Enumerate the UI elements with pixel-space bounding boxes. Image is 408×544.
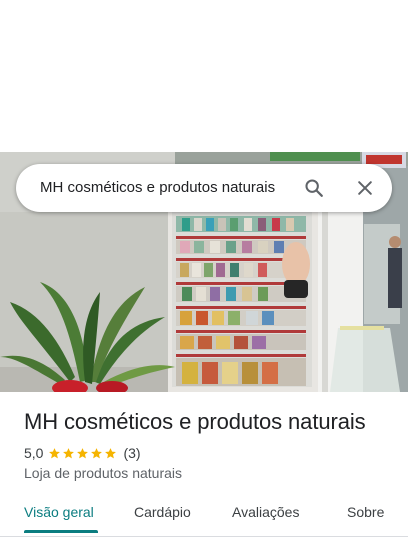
search-input[interactable]: MH cosméticos e produtos naturais — [40, 164, 275, 212]
place-tabs: Visão geral Cardápio Avaliações Sobre — [0, 496, 408, 534]
place-title: MH cosméticos e produtos naturais — [24, 409, 366, 434]
search-button[interactable] — [298, 172, 330, 204]
tab-avaliacoes[interactable]: Avaliações — [232, 504, 299, 520]
search-bar[interactable]: MH cosméticos e produtos naturais — [16, 164, 392, 212]
map-area-blank — [0, 0, 408, 152]
star-rating — [48, 447, 118, 460]
star-icon — [105, 447, 117, 458]
tab-cardapio[interactable]: Cardápio — [134, 504, 191, 520]
tab-visao-geral[interactable]: Visão geral — [24, 504, 94, 520]
rating-value: 5,0 — [24, 445, 44, 461]
tab-sobre[interactable]: Sobre — [347, 504, 384, 520]
search-icon — [305, 179, 323, 197]
star-icon — [63, 447, 75, 458]
star-icon — [77, 447, 89, 458]
star-icon — [49, 447, 61, 458]
star-icon — [91, 447, 103, 458]
rating-row[interactable]: 5,0 (3) — [24, 444, 141, 462]
tabs-divider — [0, 536, 408, 537]
review-count[interactable]: (3) — [123, 445, 140, 461]
close-icon — [358, 181, 372, 195]
place-category[interactable]: Loja de produtos naturais — [24, 465, 182, 481]
clear-search-button[interactable] — [349, 172, 381, 204]
active-tab-indicator — [24, 530, 98, 533]
